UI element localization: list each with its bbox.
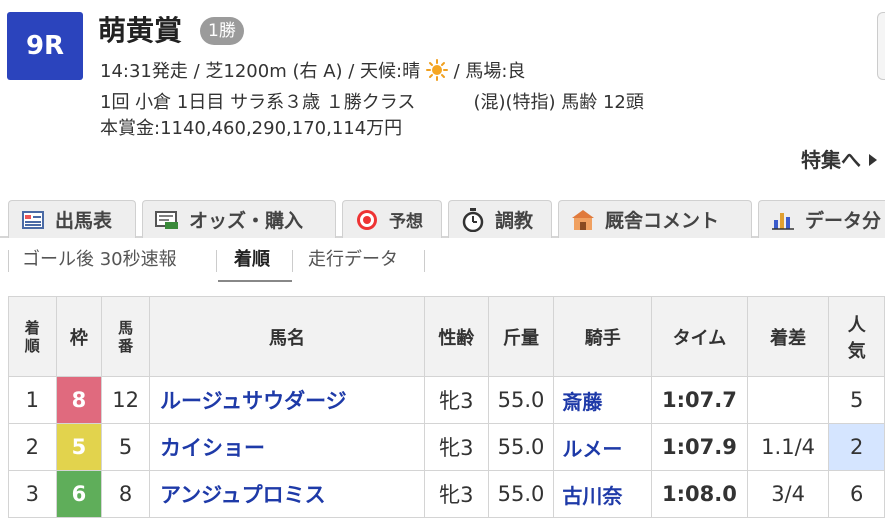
time-cell: 1:08.0 [651, 470, 748, 518]
sex-age-cell: 牝3 [423, 470, 489, 518]
divider [292, 250, 293, 272]
col-horse-name: 馬名 [148, 296, 425, 377]
race-time-course: 14:31発走 / 芝1200m (右 A) / 天候:晴 [100, 61, 421, 82]
subtab-flash-report[interactable]: ゴール後 30秒速報 [22, 246, 177, 276]
margin-cell: 1.1/4 [746, 423, 830, 471]
weight-cell: 55.0 [487, 470, 555, 518]
table-header-row: 着順 枠 馬番 馬名 性齢 斤量 騎手 タイム 着差 人気 [8, 296, 885, 377]
race-tabs: 出馬表 オッズ・購入 予想 調教 厩舎コメント データ分 [0, 200, 885, 238]
stopwatch-icon [461, 207, 485, 232]
race-details: 1回 小倉 1日目 サラ系３歳 １勝クラス (混)(特指) 馬齢 12頭 [100, 90, 644, 116]
divider [8, 250, 9, 272]
race-entry-info: (混)(特指) 馬齢 12頭 [473, 92, 644, 113]
horse-number-cell: 12 [101, 376, 150, 424]
target-icon [355, 209, 379, 231]
divider [216, 250, 217, 272]
ipat-icon [155, 209, 179, 231]
frame-cell: 8 [55, 376, 103, 424]
table-row: 1 8 12 ルージュサウダージ 牝3 55.0 斎藤 1:07.7 5 [8, 376, 885, 424]
horse-number-cell: 8 [101, 470, 150, 518]
horse-name-link[interactable]: アンジュプロミス [148, 470, 425, 518]
track-condition: / 馬場:良 [453, 61, 526, 82]
race-number: 9R [25, 31, 65, 61]
horse-name-link[interactable]: ルージュサウダージ [148, 376, 425, 424]
col-popularity: 人気 [828, 296, 885, 377]
tab-prediction[interactable]: 予想 [342, 200, 442, 238]
rank-cell: 3 [8, 470, 57, 518]
subtab-running-data[interactable]: 走行データ [308, 246, 398, 276]
popularity-cell: 6 [828, 470, 885, 518]
margin-cell: 3/4 [746, 470, 830, 518]
weight-cell: 55.0 [487, 423, 555, 471]
tab-stable-comment[interactable]: 厩舎コメント [558, 200, 752, 238]
col-time: タイム [651, 296, 748, 377]
popularity-cell: 2 [828, 423, 885, 471]
rank-cell: 1 [8, 376, 57, 424]
jockey-link[interactable]: 古川奈 [553, 470, 653, 518]
table-row: 3 6 8 アンジュプロミス 牝3 55.0 古川奈 1:08.0 3/4 6 [8, 470, 885, 518]
race-number-badge: 9R [7, 12, 83, 80]
feature-link-label: 特集へ [801, 148, 861, 172]
popularity-cell: 5 [828, 376, 885, 424]
time-cell: 1:07.9 [651, 423, 748, 471]
col-number: 馬番 [101, 296, 150, 377]
horse-number-cell: 5 [101, 423, 150, 471]
race-title: 萌黄賞 [98, 14, 183, 47]
frame-cell: 5 [55, 423, 103, 471]
col-jockey: 騎手 [553, 296, 653, 377]
col-margin: 着差 [746, 296, 830, 377]
class-badge: 1勝 [200, 17, 244, 45]
results-table: 着順 枠 馬番 馬名 性齢 斤量 騎手 タイム 着差 人気 1 8 12 ルージ… [8, 296, 885, 518]
col-sex-age: 性齢 [423, 296, 489, 377]
sun-icon [425, 59, 448, 81]
race-conditions: 14:31発走 / 芝1200m (右 A) / 天候:晴 / 馬場:良 [100, 59, 525, 85]
col-frame: 枠 [55, 296, 103, 377]
weight-cell: 55.0 [487, 376, 555, 424]
table-row: 2 5 5 カイショー 牝3 55.0 ルメー 1:07.9 1.1/4 2 [8, 423, 885, 471]
jockey-link[interactable]: 斎藤 [553, 376, 653, 424]
side-panel-edge[interactable] [877, 12, 885, 80]
tab-odds[interactable]: オッズ・購入 [142, 200, 336, 238]
tab-entries[interactable]: 出馬表 [8, 200, 136, 238]
prize-money: 本賞金:1140,460,290,170,114万円 [100, 118, 403, 139]
stable-icon [571, 209, 595, 231]
bar-chart-icon [771, 209, 795, 231]
margin-cell [746, 376, 830, 424]
race-meeting: 1回 小倉 1日目 サラ系３歳 １勝クラス [100, 92, 416, 113]
tab-data[interactable]: データ分 [758, 200, 885, 238]
table-icon [21, 209, 45, 231]
sex-age-cell: 牝3 [423, 423, 489, 471]
sex-age-cell: 牝3 [423, 376, 489, 424]
chevron-right-icon [869, 154, 877, 166]
active-subtab-indicator [218, 280, 292, 282]
frame-cell: 6 [55, 470, 103, 518]
divider [424, 250, 425, 272]
col-weight: 斤量 [487, 296, 555, 377]
time-cell: 1:07.7 [651, 376, 748, 424]
jockey-link[interactable]: ルメー [553, 423, 653, 471]
rank-cell: 2 [8, 423, 57, 471]
feature-link[interactable]: 特集へ [801, 146, 877, 174]
tab-training[interactable]: 調教 [448, 200, 552, 238]
subtab-results[interactable]: 着順 [234, 246, 270, 276]
col-rank: 着順 [8, 296, 57, 377]
horse-name-link[interactable]: カイショー [148, 423, 425, 471]
